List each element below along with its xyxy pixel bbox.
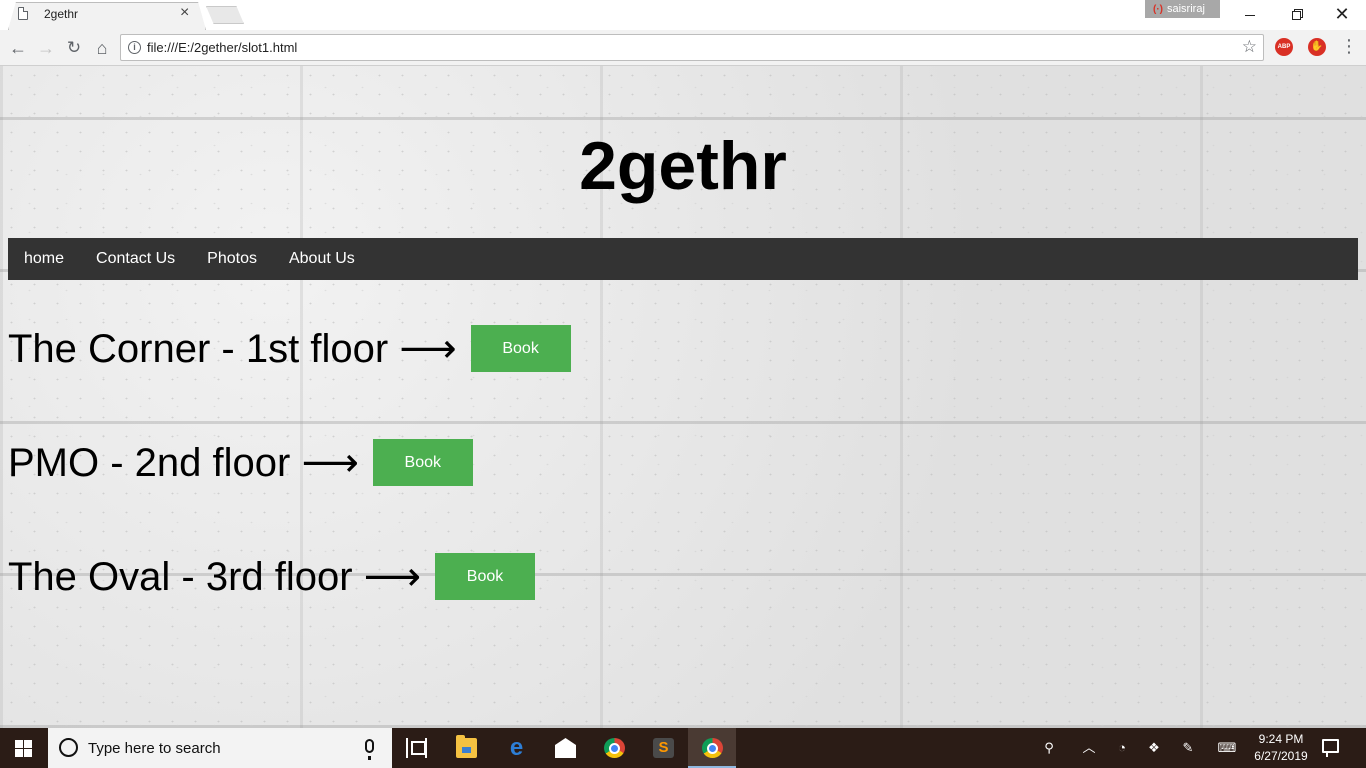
taskbar-task-view[interactable]	[392, 728, 440, 768]
browser-title-bar: 2gethr × (·) saisriraj ✕	[0, 0, 1366, 30]
room-label: PMO - 2nd floor ⟶	[8, 440, 359, 485]
action-center-icon[interactable]	[1322, 739, 1339, 757]
adblock-hand-icon[interactable]: ✋	[1308, 38, 1326, 56]
book-button-pmo[interactable]: Book	[372, 439, 473, 486]
info-icon[interactable]: i	[128, 41, 141, 54]
page-viewport: 2gethr home Contact Us Photos About Us T…	[0, 66, 1366, 728]
taskbar-sublime-text[interactable]: S	[639, 728, 687, 768]
room-label: The Corner - 1st floor ⟶	[8, 326, 457, 371]
minimize-icon	[1245, 14, 1255, 16]
address-bar[interactable]: i file:///E:/2gether/slot1.html ☆	[120, 34, 1264, 61]
keyboard-icon[interactable]: ⌨	[1212, 728, 1242, 768]
taskbar-chrome[interactable]	[590, 728, 638, 768]
system-clock[interactable]: 9:24 PM 6/27/2019	[1248, 731, 1314, 765]
nav-link-photos[interactable]: Photos	[191, 238, 273, 280]
user-name: saisriraj	[1167, 3, 1205, 15]
nav-link-about-us[interactable]: About Us	[273, 238, 371, 280]
room-row-corner: The Corner - 1st floor ⟶ Book	[8, 325, 571, 372]
bookmark-star-icon[interactable]: ☆	[1242, 37, 1257, 57]
book-button-oval[interactable]: Book	[435, 553, 536, 600]
window-minimize-button[interactable]	[1227, 0, 1273, 28]
file-explorer-icon	[456, 735, 477, 758]
nav-link-home[interactable]: home	[8, 238, 80, 280]
chrome-icon	[604, 738, 625, 758]
people-icon[interactable]: ⚲	[1036, 728, 1062, 768]
taskbar-file-explorer[interactable]	[442, 728, 490, 768]
chrome-active-icon	[702, 738, 723, 758]
chevron-up-icon[interactable]: ︿	[1078, 728, 1100, 768]
start-button[interactable]	[0, 728, 48, 768]
taskbar-search-box[interactable]: Type here to search	[48, 728, 392, 768]
site-navbar: home Contact Us Photos About Us	[8, 238, 1358, 280]
user-profile-badge[interactable]: (·) saisriraj	[1145, 0, 1220, 18]
mail-icon	[555, 738, 576, 758]
taskbar-mail[interactable]	[541, 728, 589, 768]
tab-title: 2gethr	[44, 7, 79, 21]
reload-icon[interactable]: ↻	[62, 36, 86, 60]
taskbar-edge[interactable]: e	[492, 728, 540, 768]
new-tab-button[interactable]	[206, 6, 244, 24]
nav-link-contact-us[interactable]: Contact Us	[80, 238, 191, 280]
incognito-user-icon: (·)	[1153, 4, 1163, 15]
tab-close-button[interactable]: ×	[180, 5, 189, 21]
back-arrow-icon[interactable]: ←	[6, 36, 30, 60]
window-restore-button[interactable]	[1273, 0, 1319, 28]
room-row-pmo: PMO - 2nd floor ⟶ Book	[8, 439, 473, 486]
browser-menu-icon[interactable]: ⋮	[1340, 37, 1358, 55]
microphone-icon[interactable]	[365, 739, 374, 760]
site-title: 2gethr	[579, 128, 787, 204]
wifi-icon[interactable]: ◔	[1110, 728, 1134, 768]
clock-date: 6/27/2019	[1254, 749, 1308, 763]
windows-taskbar: Type here to search e S ⚲ ︿ ◔ ❖ ✎ ⌨ 9:24…	[0, 728, 1366, 768]
cortana-icon	[59, 738, 78, 757]
dropbox-icon[interactable]: ❖	[1142, 728, 1166, 768]
browser-tab[interactable]	[8, 2, 206, 30]
task-view-icon	[406, 738, 427, 758]
windows-logo-icon	[15, 740, 32, 757]
taskbar-chrome-active[interactable]	[688, 728, 736, 768]
home-icon[interactable]: ⌂	[90, 36, 114, 60]
adblock-plus-icon[interactable]: ABP	[1275, 38, 1293, 56]
book-button-corner[interactable]: Book	[470, 325, 571, 372]
browser-toolbar: ← → ↻ ⌂ i file:///E:/2gether/slot1.html …	[0, 30, 1366, 66]
window-close-button[interactable]: ✕	[1319, 0, 1365, 28]
address-bar-url[interactable]: file:///E:/2gether/slot1.html	[147, 40, 297, 55]
pen-icon[interactable]: ✎	[1176, 728, 1200, 768]
room-label: The Oval - 3rd floor ⟶	[8, 554, 422, 599]
clock-time: 9:24 PM	[1258, 732, 1304, 746]
edge-icon: e	[509, 734, 524, 761]
sublime-text-icon: S	[653, 738, 674, 758]
search-placeholder[interactable]: Type here to search	[88, 740, 221, 757]
document-icon	[18, 7, 28, 20]
restore-icon	[1291, 10, 1301, 20]
room-row-oval: The Oval - 3rd floor ⟶ Book	[8, 553, 536, 600]
forward-arrow-icon[interactable]: →	[34, 36, 58, 60]
